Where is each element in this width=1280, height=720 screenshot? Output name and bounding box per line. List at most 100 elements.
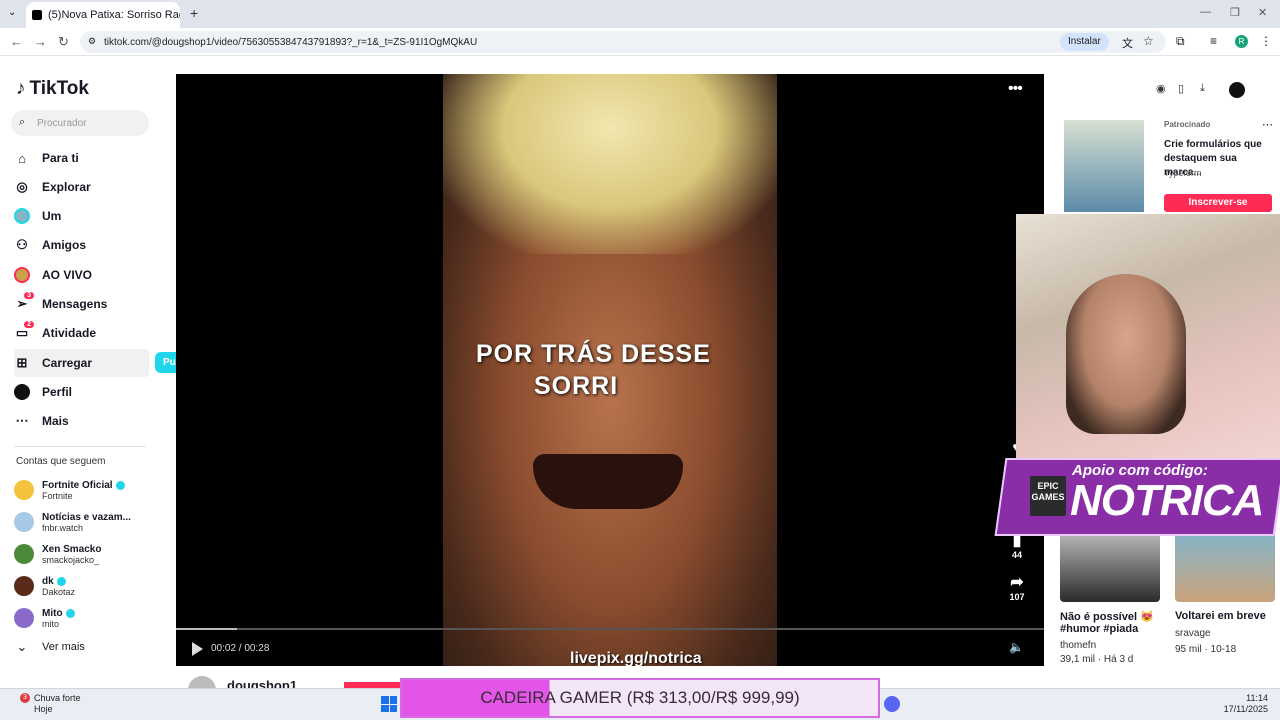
goal-text: CADEIRA GAMER (R$ 313,00/R$ 999,99) <box>480 688 800 707</box>
logo-text: TikTok <box>29 78 89 99</box>
profile-avatar-icon[interactable]: R <box>1235 35 1248 48</box>
nav-para-ti[interactable]: ⌂ Para ti <box>14 144 149 172</box>
search-input[interactable]: ⌕ Procurador <box>11 110 149 136</box>
ad-more-icon[interactable]: ⋯ <box>1262 118 1273 131</box>
system-clock[interactable]: 11:14 17/11/2025 <box>1224 693 1268 715</box>
sponsored-label: Patrocinado <box>1164 120 1211 129</box>
account-handle: mito <box>42 618 60 629</box>
play-icon[interactable] <box>192 642 203 656</box>
ad-cta-button[interactable]: Inscrever-se <box>1164 194 1272 212</box>
account-item[interactable]: Fortnite Oficial Fortnite <box>14 476 154 504</box>
account-item[interactable]: Mito mito <box>14 604 154 632</box>
nav-amigos[interactable]: ⚇ Amigos <box>14 231 149 259</box>
user-avatar[interactable] <box>1229 82 1245 98</box>
video-progress-bar[interactable] <box>176 628 1044 630</box>
tiktok-favicon-icon <box>32 10 42 20</box>
tab-list-icon[interactable]: ⌄ <box>8 7 16 18</box>
nav-mensagens[interactable]: ➢ 3 Mensagens <box>14 290 149 318</box>
tiktok-logo[interactable]: ♪ TikTok <box>16 78 89 100</box>
share-button[interactable]: ➦ 107 <box>1002 572 1032 602</box>
clock-date: 17/11/2025 <box>1223 704 1268 714</box>
share-icon: ➦ <box>1010 574 1024 591</box>
account-handle: fnbr.watch <box>42 522 84 533</box>
reload-icon[interactable]: ↻ <box>58 34 69 50</box>
new-tab-button[interactable]: + <box>190 5 198 21</box>
nav-label: Mensagens <box>42 297 108 311</box>
home-icon: ⌂ <box>18 150 26 166</box>
divider <box>14 446 146 447</box>
ad-brand: Typeform <box>1164 168 1202 178</box>
recommended-title[interactable]: Voltarei em breve <box>1175 610 1280 622</box>
recommended-user[interactable]: thomefn <box>1060 640 1096 651</box>
see-more-button[interactable]: ⌄ Ver mais <box>14 633 149 661</box>
epic-text: GAMES <box>1031 492 1065 502</box>
browser-menu-icon[interactable]: ⋮ <box>1260 34 1272 48</box>
bookmark-star-icon[interactable]: ☆ <box>1143 34 1154 48</box>
nav-atividade[interactable]: ▭ 2 Atividade <box>14 319 149 347</box>
browser-tab[interactable]: (5)Nova Patixa: Sorriso Radiante ✕ <box>26 2 180 28</box>
nav-perfil[interactable]: Perfil <box>14 378 149 406</box>
verified-icon <box>56 576 66 586</box>
address-bar[interactable]: ⚙ tiktok.com/@dougshop1/video/7563055384… <box>80 31 1166 53</box>
discord-icon[interactable] <box>884 696 900 712</box>
ad-image <box>1064 120 1144 212</box>
site-info-icon[interactable]: ⚙ <box>88 36 96 47</box>
caption-line: POR TRÁS DESSE <box>476 340 711 368</box>
search-icon: ⌕ <box>19 116 26 128</box>
account-name: dk <box>42 575 54 587</box>
goal-progress-banner: CADEIRA GAMER (R$ 313,00/R$ 999,99) <box>400 678 880 718</box>
nav-label: Para ti <box>42 151 79 165</box>
device-icon[interactable]: ▯ <box>1178 82 1184 95</box>
account-handle: Fortnite <box>42 490 73 501</box>
account-name: Fortnite Oficial <box>42 479 113 491</box>
extensions-icon[interactable]: ⧉ <box>1176 34 1185 49</box>
maximize-icon[interactable]: ❐ <box>1230 6 1240 19</box>
weather-widget[interactable]: 3 Chuva forte Hoje <box>20 693 81 715</box>
more-icon: ⋯ <box>15 413 29 428</box>
progress-fill <box>176 628 237 630</box>
download-icon[interactable]: ⤓ <box>1200 82 1205 95</box>
bookmark-count: 44 <box>1011 550 1022 560</box>
avatar-icon <box>14 208 30 224</box>
share-count: 107 <box>1009 592 1025 602</box>
window-close-icon[interactable]: ✕ <box>1258 6 1267 19</box>
see-more-label: Ver mais <box>42 641 85 653</box>
friends-icon: ⚇ <box>16 237 28 252</box>
nav-um[interactable]: Um <box>14 202 149 230</box>
recommended-title[interactable]: Não é possível 😻 #humor #piada <box>1060 610 1170 635</box>
account-item[interactable]: Notícias e vazam... fnbr.watch <box>14 508 154 536</box>
windows-start-icon[interactable] <box>381 696 397 712</box>
video-watermark: livepix.gg/notrica <box>570 650 702 666</box>
weather-title: Chuva forte <box>34 693 81 703</box>
account-item[interactable]: Xen Smacko smackojacko_ <box>14 540 154 568</box>
install-label: Instalar <box>1068 36 1101 47</box>
nav-label: Perfil <box>42 385 73 399</box>
nav-mais[interactable]: ⋯ Mais <box>14 407 149 435</box>
back-icon[interactable]: ← <box>10 34 23 49</box>
video-player[interactable]: POR TRÁS DESSE SORRI livepix.gg/notrica … <box>176 74 1044 666</box>
minimize-icon[interactable]: — <box>1200 6 1211 18</box>
translate-icon[interactable]: 文 <box>1122 35 1133 51</box>
nav-carregar[interactable]: ⊞ Carregar <box>14 349 149 377</box>
recommended-stats: 95 mil · 10-18 <box>1175 644 1237 655</box>
forward-icon[interactable]: → <box>34 34 47 49</box>
account-item[interactable]: dk Dakotaz <box>14 572 154 600</box>
coin-icon[interactable]: ◉ <box>1156 82 1166 95</box>
install-app-button[interactable]: Instalar <box>1060 33 1109 51</box>
upload-icon: ⊞ <box>16 355 28 370</box>
recommended-user[interactable]: sravage <box>1175 628 1211 639</box>
nav-ao-vivo[interactable]: AO VIVO <box>14 261 149 289</box>
media-icon[interactable]: ≡ <box>1210 34 1217 48</box>
browser-tab-bar: ⌄ (5)Nova Patixa: Sorriso Radiante ✕ + —… <box>0 0 1280 28</box>
epic-games-logo: EPIC GAMES <box>1030 476 1066 516</box>
sponsored-ad[interactable]: Patrocinado ⋯ Crie formulários que desta… <box>1060 118 1274 214</box>
nav-explorar[interactable]: ◎ Explorar <box>14 173 149 201</box>
webcam-person <box>1066 274 1186 434</box>
volume-icon[interactable]: 🔈 <box>1009 640 1024 654</box>
avatar <box>14 608 34 628</box>
more-options-icon[interactable]: ••• <box>1008 80 1023 98</box>
compass-icon: ◎ <box>16 179 28 194</box>
nav-label: Explorar <box>42 180 91 194</box>
account-name: Notícias e vazam... <box>42 511 131 523</box>
activity-icon: ▭ 2 <box>14 321 34 341</box>
